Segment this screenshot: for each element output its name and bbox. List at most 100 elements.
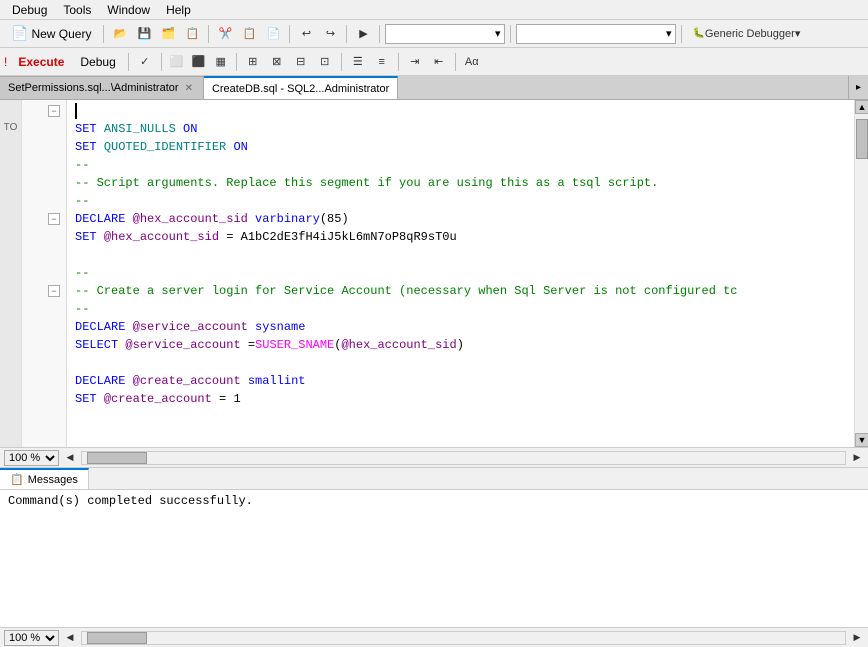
save-all-button[interactable]: 🗂️ — [157, 23, 179, 45]
toolbar-nav-button[interactable]: ▶ — [352, 23, 374, 45]
collapse-button-1[interactable]: − — [48, 105, 60, 117]
kw-on-1: ON — [183, 120, 197, 138]
copy-button[interactable]: 📋 — [238, 23, 260, 45]
type-sysname: sysname — [255, 318, 305, 336]
check-button[interactable]: ✓ — [134, 51, 156, 73]
gutter-row-8 — [22, 228, 66, 246]
separator-t2-6 — [455, 53, 456, 71]
var-service-account-2: @service_account — [125, 336, 240, 354]
server-dropdown[interactable]: ▾ — [516, 24, 676, 44]
code-line-1: SET ANSI_NULLS ON — [75, 120, 846, 138]
messages-tab-icon: 📋 — [10, 473, 24, 486]
code-line-10: -- — [75, 300, 846, 318]
undo-button[interactable]: ↩ — [295, 23, 317, 45]
scroll-up-button[interactable]: ▲ — [855, 100, 868, 114]
gutter-row-3 — [22, 138, 66, 156]
t2-btn12[interactable]: Aα — [461, 51, 483, 73]
messages-text: Command(s) completed successfully. — [8, 494, 253, 508]
tab-messages[interactable]: 📋 Messages — [0, 468, 89, 489]
gutter-row-17 — [22, 390, 66, 408]
code-line-2: SET QUOTED_IDENTIFIER ON — [75, 138, 846, 156]
scrollbar-thumb[interactable] — [856, 119, 868, 159]
msg-hscroll-left-button[interactable]: ◀ — [63, 631, 77, 645]
cut-button[interactable]: ✂️ — [214, 23, 236, 45]
separator-1 — [103, 25, 104, 43]
t2-btn9[interactable]: ≡ — [371, 51, 393, 73]
t2-btn1[interactable]: ⬜ — [167, 51, 187, 73]
gutter-row-6 — [22, 192, 66, 210]
t2-btn4[interactable]: ⊞ — [242, 51, 264, 73]
editor-content[interactable]: SET ANSI_NULLS ON SET QUOTED_IDENTIFIER … — [67, 100, 854, 447]
debugger-dropdown-button[interactable]: 🐛 Generic Debugger ▾ — [687, 23, 805, 45]
debug-button[interactable]: Debug — [73, 51, 122, 73]
hscroll-left-button[interactable]: ◀ — [63, 451, 77, 465]
gutter-row-15 — [22, 354, 66, 372]
messages-zoom-select[interactable]: 100 % — [4, 630, 59, 646]
kw-declare-3: DECLARE — [75, 372, 125, 390]
collapse-button-7[interactable]: − — [48, 213, 60, 225]
execute-button[interactable]: Execute — [11, 51, 71, 73]
editor-wrapper: TO − − − — [0, 100, 868, 467]
msg-hscroll-right-button[interactable]: ▶ — [850, 631, 864, 645]
tab-setpermissions-label: SetPermissions.sql...\Administrator — [8, 82, 179, 94]
tab-createdb-label: CreateDB.sql - SQL2...Administrator — [212, 83, 389, 95]
tab-createdb[interactable]: CreateDB.sql - SQL2...Administrator — [204, 76, 398, 99]
save-button[interactable]: 💾 — [133, 23, 155, 45]
tab-scroll-button[interactable]: ▸ — [848, 76, 868, 99]
zoom-select[interactable]: 100 % — [4, 450, 59, 466]
open-file-button[interactable]: 📂 — [109, 23, 131, 45]
kw-on-2: ON — [233, 138, 247, 156]
tab-bar: SetPermissions.sql...\Administrator ✕ Cr… — [0, 76, 868, 100]
code-line-9: -- Create a server login for Service Acc… — [75, 282, 846, 300]
collapse-button-11[interactable]: − — [48, 285, 60, 297]
toolbar-row-1: 📄 New Query 📂 💾 🗂️ 📋 ✂️ 📋 📄 ↩ ↪ ▶ ▾ ▾ 🐛 … — [0, 20, 868, 48]
to-label: TO — [4, 122, 18, 133]
new-query-button[interactable]: 📄 New Query — [4, 23, 98, 45]
t2-btn11[interactable]: ⇤ — [428, 51, 450, 73]
tab-spacer — [398, 76, 848, 99]
type-smallint: smallint — [248, 372, 306, 390]
comment-4: -- — [75, 264, 89, 282]
code-line-5: -- — [75, 192, 846, 210]
t2-btn10[interactable]: ⇥ — [404, 51, 426, 73]
hscroll-right-button[interactable]: ▶ — [850, 451, 864, 465]
code-line-6: DECLARE @hex_account_sid varbinary (85) — [75, 210, 846, 228]
messages-horizontal-scrollbar[interactable] — [81, 631, 846, 645]
paste-button[interactable]: 📄 — [262, 23, 284, 45]
t2-btn3[interactable]: ▦ — [211, 51, 231, 73]
editor-status-bar: 100 % ◀ ▶ — [0, 447, 868, 467]
menu-tools[interactable]: Tools — [55, 1, 99, 19]
close-icon-setpermissions[interactable]: ✕ — [183, 83, 195, 94]
database-dropdown[interactable]: ▾ — [385, 24, 505, 44]
separator-t2-4 — [341, 53, 342, 71]
menu-bar: Debug Tools Window Help — [0, 0, 868, 20]
separator-3 — [289, 25, 290, 43]
scroll-down-button[interactable]: ▼ — [855, 433, 868, 447]
horizontal-scrollbar[interactable] — [81, 451, 846, 465]
tab-setpermissions[interactable]: SetPermissions.sql...\Administrator ✕ — [0, 76, 204, 99]
var-hex-account-2: @hex_account_sid — [104, 228, 219, 246]
t2-btn5[interactable]: ⊠ — [266, 51, 288, 73]
editor-vertical-scrollbar[interactable]: ▲ ▼ — [854, 100, 868, 447]
hscroll-thumb[interactable] — [87, 452, 147, 464]
new-query-label: New Query — [31, 27, 91, 41]
menu-debug[interactable]: Debug — [4, 1, 55, 19]
code-line-cursor — [75, 102, 846, 120]
t2-btn6[interactable]: ⊟ — [290, 51, 312, 73]
t2-btn8[interactable]: ☰ — [347, 51, 369, 73]
menu-help[interactable]: Help — [158, 1, 199, 19]
kw-set-3: SET — [75, 228, 97, 246]
redo-button[interactable]: ↪ — [319, 23, 341, 45]
toolbar-btn-doc[interactable]: 📋 — [181, 23, 203, 45]
separator-5 — [379, 25, 380, 43]
t2-btn7[interactable]: ⊡ — [314, 51, 336, 73]
separator-4 — [346, 25, 347, 43]
var-hex-account: @hex_account_sid — [133, 210, 248, 228]
menu-window[interactable]: Window — [99, 1, 158, 19]
msg-hscroll-thumb[interactable] — [87, 632, 147, 644]
generic-debugger-label: Generic Debugger — [705, 28, 795, 40]
t2-btn2[interactable]: ⬛ — [189, 51, 209, 73]
scrollbar-track[interactable] — [855, 114, 868, 433]
code-line-12: SELECT @service_account = SUSER_SNAME ( … — [75, 336, 846, 354]
kw-select: SELECT — [75, 336, 118, 354]
